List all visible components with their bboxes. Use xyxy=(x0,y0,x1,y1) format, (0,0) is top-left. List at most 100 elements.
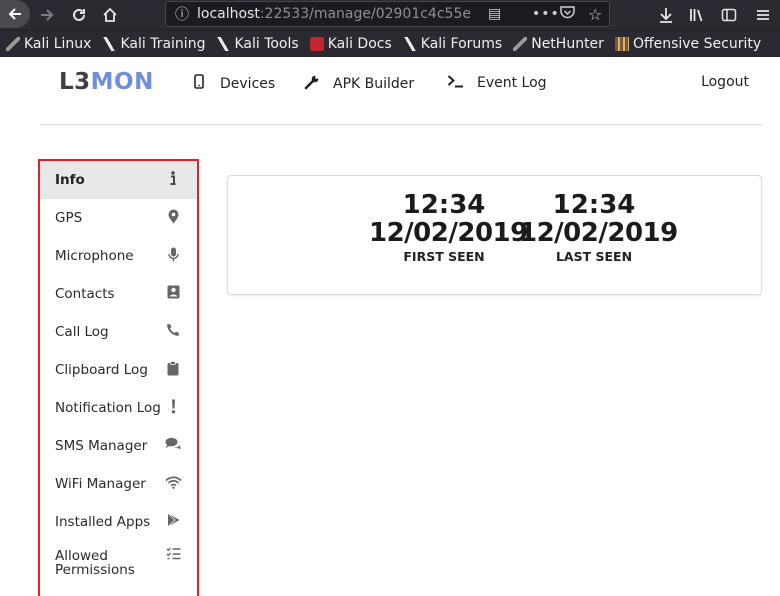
offsec-icon xyxy=(614,37,629,51)
sidebar-item-clipboard-log[interactable]: Clipboard Log xyxy=(40,351,197,389)
nav-apk-builder-label: APK Builder xyxy=(333,76,415,92)
bookmark-kali-forums[interactable]: Kali Forums xyxy=(402,36,503,52)
hamburger-menu-icon[interactable] xyxy=(750,2,776,28)
first-seen-date: 12/02/2019 xyxy=(369,218,528,248)
bookmark-label: Kali Docs xyxy=(327,36,392,52)
bookmark-star-icon[interactable]: ☆ xyxy=(588,5,602,24)
sidebar-item-label: Info xyxy=(55,172,85,188)
l3mon-app: L3MON Devices APK Builder Event Log Logo… xyxy=(0,57,780,596)
browser-toolbar: ⓘ localhost:22533/manage/02901c4c55e ▤ •… xyxy=(0,0,780,30)
last-seen-label: LAST SEEN xyxy=(555,249,633,264)
bookmarks-toolbar: Kali Linux Kali Training Kali Tools Kali… xyxy=(0,30,780,57)
sidebar-item-microphone[interactable]: Microphone xyxy=(40,237,197,275)
first-seen-label: FIRST SEEN xyxy=(403,249,485,264)
last-seen-time: 12:34 xyxy=(552,190,636,220)
bookmark-offensive-security[interactable]: Offensive Security xyxy=(614,36,762,52)
sidebar-item-contacts[interactable]: Contacts xyxy=(40,275,197,313)
play-store-icon xyxy=(164,513,182,531)
url-host: localhost xyxy=(197,6,260,22)
sidebar-item-label: Clipboard Log xyxy=(55,362,148,378)
sidebar-item-call-log[interactable]: Call Log xyxy=(40,313,197,351)
nav-devices[interactable]: Devices xyxy=(190,74,275,93)
bookmark-kali-training[interactable]: Kali Training xyxy=(102,36,205,52)
sidebar-item-sms-manager[interactable]: SMS Manager xyxy=(40,427,197,465)
device-info-card: 12:34 12/02/2019 FIRST SEEN 12:34 12/02/… xyxy=(227,175,762,295)
nav-event-log[interactable]: Event Log xyxy=(447,74,547,92)
info-icon[interactable]: ⓘ xyxy=(172,4,192,24)
bookmark-label: NetHunter xyxy=(531,36,604,52)
pocket-icon[interactable] xyxy=(560,5,575,23)
sidebar-item-installed-apps[interactable]: Installed Apps xyxy=(40,503,197,541)
browser-window: ⓘ localhost:22533/manage/02901c4c55e ▤ •… xyxy=(0,0,780,596)
url-text[interactable]: localhost:22533/manage/02901c4c55e xyxy=(197,6,477,22)
terminal-icon xyxy=(447,74,465,92)
home-button[interactable] xyxy=(97,2,123,28)
more-actions-icon[interactable]: ••• xyxy=(532,6,560,22)
nav-event-log-label: Event Log xyxy=(477,75,547,91)
sidebar-item-label: Notification Log xyxy=(55,400,161,416)
reload-icon xyxy=(73,8,85,21)
nav-devices-label: Devices xyxy=(220,75,276,92)
sidebar-item-label: Installed Apps xyxy=(55,514,151,530)
brand-mon: MON xyxy=(90,69,154,95)
sidebar-item-wifi-manager[interactable]: WiFi Manager xyxy=(40,465,197,503)
sidebar-item-label: SMS Manager xyxy=(55,438,148,454)
first-seen-block: 12:34 12/02/2019 FIRST SEEN xyxy=(369,190,528,264)
sidebar-item-notification-log[interactable]: Notification Log xyxy=(40,389,197,427)
sidebar-item-label: WiFi Manager xyxy=(55,476,146,492)
bookmark-kali-linux[interactable]: Kali Linux xyxy=(6,36,91,52)
bookmark-label: Kali Tools xyxy=(234,36,299,52)
kali-docs-icon xyxy=(309,37,324,51)
clipboard-icon xyxy=(164,360,182,380)
reload-button[interactable] xyxy=(66,2,92,28)
sidebar-toggle-icon[interactable] xyxy=(716,2,742,28)
url-bar[interactable]: ⓘ localhost:22533/manage/02901c4c55e ▤ •… xyxy=(165,1,610,27)
sidebar-item-label: Allowed Permissions xyxy=(55,548,135,578)
library-icon[interactable] xyxy=(684,2,710,28)
brand-l3: L3 xyxy=(59,69,91,95)
kali-dragon-icon xyxy=(6,37,20,51)
bookmark-kali-docs[interactable]: Kali Docs xyxy=(309,36,392,52)
last-seen-date: 12/02/2019 xyxy=(519,218,678,248)
top-navbar: L3MON Devices APK Builder Event Log Logo… xyxy=(40,57,762,125)
bookmark-label: Kali Training xyxy=(120,36,206,52)
sidebar-item-label: GPS xyxy=(55,210,83,226)
comments-icon xyxy=(164,437,182,455)
wifi-icon xyxy=(164,476,182,493)
bookmark-kali-tools[interactable]: Kali Tools xyxy=(216,36,299,52)
tasks-icon xyxy=(164,547,182,563)
sidebar-item-gps[interactable]: GPS xyxy=(40,199,197,237)
kali-dragon-icon xyxy=(513,37,528,51)
url-path: :22533/manage/02901c4c55e xyxy=(259,6,471,22)
microphone-icon xyxy=(164,247,182,266)
bookmark-label: Kali Forums xyxy=(420,36,503,52)
reader-view-icon[interactable]: ▤ xyxy=(488,6,501,22)
sidebar-item-allowed-permissions[interactable]: Allowed Permissions xyxy=(40,541,197,585)
sidebar-item-label: Call Log xyxy=(55,324,109,340)
kali-slash-icon xyxy=(402,37,417,51)
home-icon xyxy=(103,7,117,22)
exclamation-icon xyxy=(164,399,182,418)
info-icon xyxy=(164,170,182,190)
map-marker-icon xyxy=(164,209,182,228)
arrow-left-icon xyxy=(8,8,21,20)
bookmark-label: Kali Linux xyxy=(24,36,92,52)
nav-apk-builder[interactable]: APK Builder xyxy=(303,74,414,94)
arrow-right-icon xyxy=(41,9,54,21)
sidebar-item-label: Contacts xyxy=(55,286,115,302)
address-book-icon xyxy=(164,285,182,303)
wrench-icon xyxy=(303,74,321,94)
device-sidebar-menu: Info GPS Microphone Contacts Call Log Cl… xyxy=(38,159,199,596)
last-seen-block: 12:34 12/02/2019 LAST SEEN xyxy=(519,190,678,264)
bookmark-nethunter[interactable]: NetHunter xyxy=(513,36,604,52)
first-seen-time: 12:34 xyxy=(402,190,486,220)
bookmark-label: Offensive Security xyxy=(632,36,762,52)
kali-slash-icon xyxy=(102,37,117,51)
downloads-icon[interactable] xyxy=(653,2,679,28)
forward-button[interactable] xyxy=(34,2,60,28)
logout-link[interactable]: Logout xyxy=(701,74,749,90)
kali-slash-icon xyxy=(216,37,231,51)
sidebar-item-info[interactable]: Info xyxy=(40,161,197,199)
back-button[interactable] xyxy=(0,0,30,28)
brand-logo[interactable]: L3MON xyxy=(59,69,154,95)
